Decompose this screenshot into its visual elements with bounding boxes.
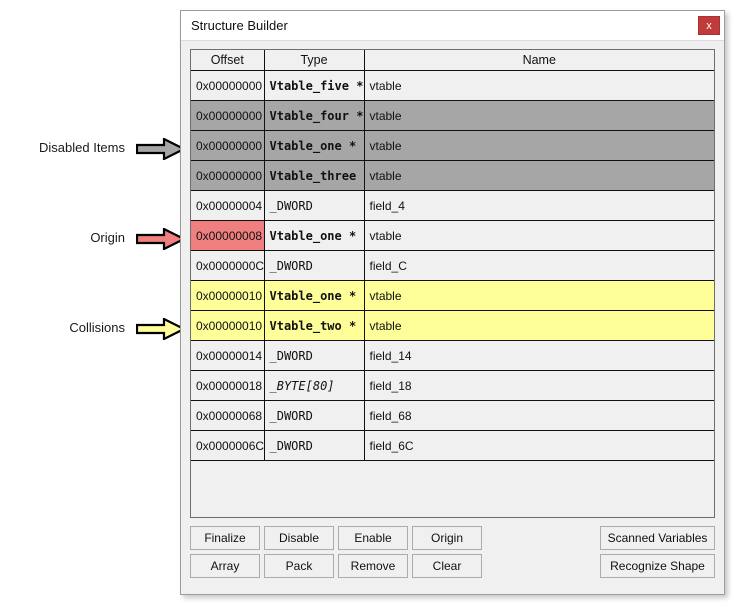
cell-type: Vtable_two *: [264, 310, 365, 341]
cell-name: field_18: [364, 370, 714, 401]
cell-offset: 0x0000000C: [191, 250, 265, 281]
cell-offset: 0x00000010: [191, 310, 265, 341]
cell-name: vtable: [364, 130, 714, 161]
cell-offset: 0x00000000: [191, 130, 265, 161]
cell-type: Vtable_four *: [264, 100, 365, 131]
cell-offset: 0x00000008: [191, 220, 265, 251]
column-header-type[interactable]: Type: [264, 50, 365, 71]
structure-builder-dialog: Structure Builder x Offset Type Name 0x0…: [180, 10, 725, 595]
cell-offset: 0x00000014: [191, 340, 265, 371]
cell-offset: 0x0000006C: [191, 430, 265, 461]
cell-name: field_4: [364, 190, 714, 221]
table-body: 0x00000000 Vtable_five * vtable 0x00000000 V…: [191, 70, 714, 461]
dialog-title: Structure Builder: [191, 18, 288, 33]
table-row[interactable]: 0x00000008 Vtable_one * vtable: [191, 220, 714, 251]
array-button[interactable]: Array: [190, 554, 260, 578]
annotation-label: Origin: [90, 230, 125, 245]
enable-button[interactable]: Enable: [338, 526, 408, 550]
table-header-row: Offset Type Name: [191, 50, 714, 71]
cell-name: field_C: [364, 250, 714, 281]
column-header-offset[interactable]: Offset: [191, 50, 265, 71]
table-row[interactable]: 0x00000004 _DWORD field_4: [191, 190, 714, 221]
cell-name: vtable: [364, 160, 714, 191]
origin-button[interactable]: Origin: [412, 526, 482, 550]
cell-type: Vtable_one *: [264, 220, 365, 251]
cell-offset: 0x00000000: [191, 100, 265, 131]
annotation-arrow-icon: [135, 227, 187, 255]
table-row[interactable]: 0x00000000 Vtable_three * vtable: [191, 160, 714, 191]
cell-name: vtable: [364, 280, 714, 311]
cell-name: field_6C: [364, 430, 714, 461]
scanned-variables-button[interactable]: Scanned Variables: [600, 526, 715, 550]
annotation-arrow-icon: [135, 317, 187, 345]
cell-name: field_68: [364, 400, 714, 431]
cell-type: Vtable_one *: [264, 130, 365, 161]
cell-name: field_14: [364, 340, 714, 371]
structure-table-container[interactable]: Offset Type Name 0x00000000 Vtable_five *…: [190, 49, 715, 518]
table-row[interactable]: 0x00000010 Vtable_one * vtable: [191, 280, 714, 311]
close-icon[interactable]: x: [698, 16, 720, 35]
cell-offset: 0x00000000: [191, 160, 265, 191]
cell-type: Vtable_five *: [264, 70, 365, 101]
finalize-button[interactable]: Finalize: [190, 526, 260, 550]
table-row[interactable]: 0x00000010 Vtable_two * vtable: [191, 310, 714, 341]
table-row[interactable]: 0x00000000 Vtable_four * vtable: [191, 100, 714, 131]
button-column-right: Scanned Variables Recognize Shape: [600, 526, 715, 582]
table-row[interactable]: 0x00000018 _BYTE[80] field_18: [191, 370, 714, 401]
cell-type: Vtable_three *: [264, 160, 365, 191]
pack-button[interactable]: Pack: [264, 554, 334, 578]
cell-name: vtable: [364, 220, 714, 251]
table-row[interactable]: 0x00000000 Vtable_one * vtable: [191, 130, 714, 161]
cell-name: vtable: [364, 100, 714, 131]
cell-offset: 0x00000068: [191, 400, 265, 431]
cell-name: vtable: [364, 310, 714, 341]
table-row[interactable]: 0x00000068 _DWORD field_68: [191, 400, 714, 431]
table-row[interactable]: 0x0000006C _DWORD field_6C: [191, 430, 714, 461]
cell-offset: 0x00000004: [191, 190, 265, 221]
button-area: Finalize Disable Enable Origin Array Pac…: [190, 526, 715, 584]
disable-button[interactable]: Disable: [264, 526, 334, 550]
remove-button[interactable]: Remove: [338, 554, 408, 578]
structure-table: Offset Type Name 0x00000000 Vtable_five *…: [191, 50, 714, 461]
cell-type: _DWORD: [264, 190, 365, 221]
table-row[interactable]: 0x00000000 Vtable_five * vtable: [191, 70, 714, 101]
annotation-label: Disabled Items: [39, 140, 125, 155]
dialog-body: Offset Type Name 0x00000000 Vtable_five *…: [181, 41, 724, 594]
cell-type: _DWORD: [264, 400, 365, 431]
cell-name: vtable: [364, 70, 714, 101]
cell-offset: 0x00000010: [191, 280, 265, 311]
annotation-label: Collisions: [69, 320, 125, 335]
dialog-titlebar: Structure Builder x: [181, 11, 724, 41]
cell-offset: 0x00000000: [191, 70, 265, 101]
table-row[interactable]: 0x00000014 _DWORD field_14: [191, 340, 714, 371]
cell-type: _DWORD: [264, 250, 365, 281]
cell-type: _BYTE[80]: [264, 370, 365, 401]
recognize-shape-button[interactable]: Recognize Shape: [600, 554, 715, 578]
cell-type: _DWORD: [264, 340, 365, 371]
column-header-name[interactable]: Name: [364, 50, 714, 71]
clear-button[interactable]: Clear: [412, 554, 482, 578]
table-header: Offset Type Name: [191, 50, 714, 71]
table-row[interactable]: 0x0000000C _DWORD field_C: [191, 250, 714, 281]
cell-type: _DWORD: [264, 430, 365, 461]
cell-offset: 0x00000018: [191, 370, 265, 401]
annotation-arrow-icon: [135, 137, 187, 165]
cell-type: Vtable_one *: [264, 280, 365, 311]
